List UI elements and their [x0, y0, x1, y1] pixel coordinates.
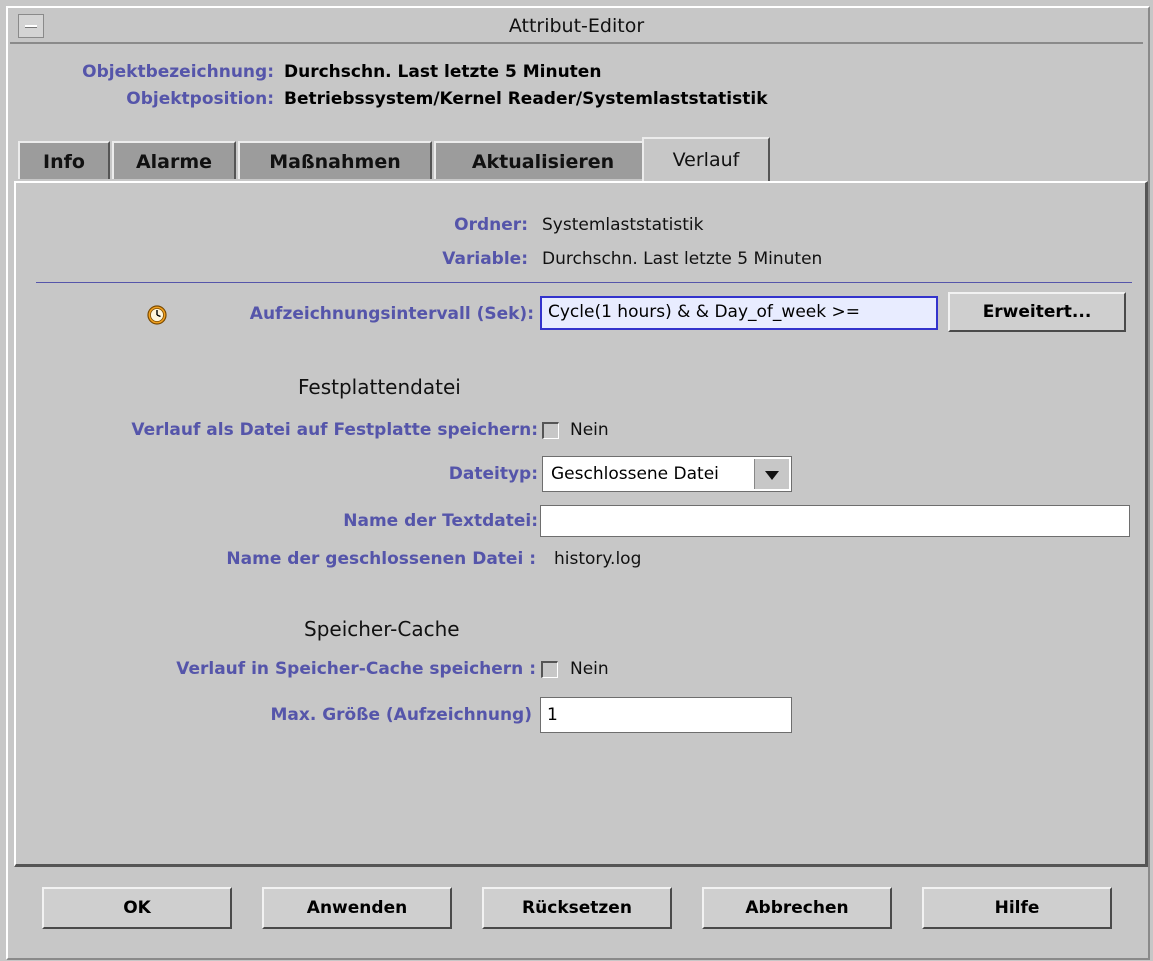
interval-label: Aufzeichnungsintervall (Sek):	[249, 304, 534, 324]
tab-massnahmen[interactable]: Maßnahmen	[238, 141, 432, 179]
save-disk-value: Nein	[570, 420, 609, 440]
filetype-label: Dateityp:	[448, 464, 538, 484]
object-name-value: Durchschn. Last letzte 5 Minuten	[284, 62, 602, 82]
folder-label: Ordner:	[454, 215, 528, 235]
save-disk-label: Verlauf als Datei auf Festplatte speiche…	[131, 420, 538, 440]
save-cache-checkbox[interactable]	[541, 661, 558, 678]
apply-button[interactable]: Anwenden	[262, 887, 452, 929]
title-bar: Attribut-Editor	[10, 10, 1143, 44]
disk-section-title: Festplattendatei	[298, 375, 461, 399]
folder-value: Systemlaststatistik	[542, 215, 704, 235]
separator	[36, 282, 1132, 283]
reset-button[interactable]: Rücksetzen	[482, 887, 672, 929]
variable-label: Variable:	[442, 249, 528, 269]
tab-aktualisieren[interactable]: Aktualisieren	[434, 141, 652, 179]
help-button[interactable]: Hilfe	[922, 887, 1112, 929]
cancel-button[interactable]: Abbrechen	[702, 887, 892, 929]
filetype-select[interactable]: Geschlossene Datei	[542, 456, 792, 492]
filetype-selected: Geschlossene Datei	[551, 464, 719, 484]
chevron-down-icon[interactable]	[754, 459, 789, 489]
maxsize-label: Max. Größe (Aufzeichnung)	[270, 705, 532, 725]
save-disk-checkbox[interactable]	[542, 422, 559, 439]
cache-section-title: Speicher-Cache	[304, 617, 460, 641]
tab-verlauf[interactable]: Verlauf	[642, 137, 770, 181]
window-title: Attribut-Editor	[508, 15, 645, 37]
save-cache-value: Nein	[570, 659, 609, 679]
object-name-label: Objektbezeichnung:	[82, 62, 274, 82]
textfile-input[interactable]	[540, 505, 1130, 537]
object-position-value: Betriebssystem/Kernel Reader/Systemlasts…	[284, 89, 768, 109]
closedfile-label: Name der geschlossenen Datei :	[226, 549, 536, 569]
interval-input[interactable]: Cycle(1 hours) & & Day_of_week >=	[540, 296, 938, 330]
tab-info[interactable]: Info	[18, 141, 110, 179]
tab-alarme[interactable]: Alarme	[112, 141, 236, 179]
clock-icon	[147, 305, 167, 325]
variable-value: Durchschn. Last letzte 5 Minuten	[542, 249, 823, 269]
ok-button[interactable]: OK	[42, 887, 232, 929]
textfile-label: Name der Textdatei:	[343, 511, 538, 531]
object-position-label: Objektposition:	[126, 89, 274, 109]
save-cache-label: Verlauf in Speicher-Cache speichern :	[176, 659, 536, 679]
closedfile-value: history.log	[554, 549, 642, 569]
maxsize-input[interactable]: 1	[540, 697, 792, 733]
advanced-button[interactable]: Erweitert...	[948, 292, 1126, 332]
